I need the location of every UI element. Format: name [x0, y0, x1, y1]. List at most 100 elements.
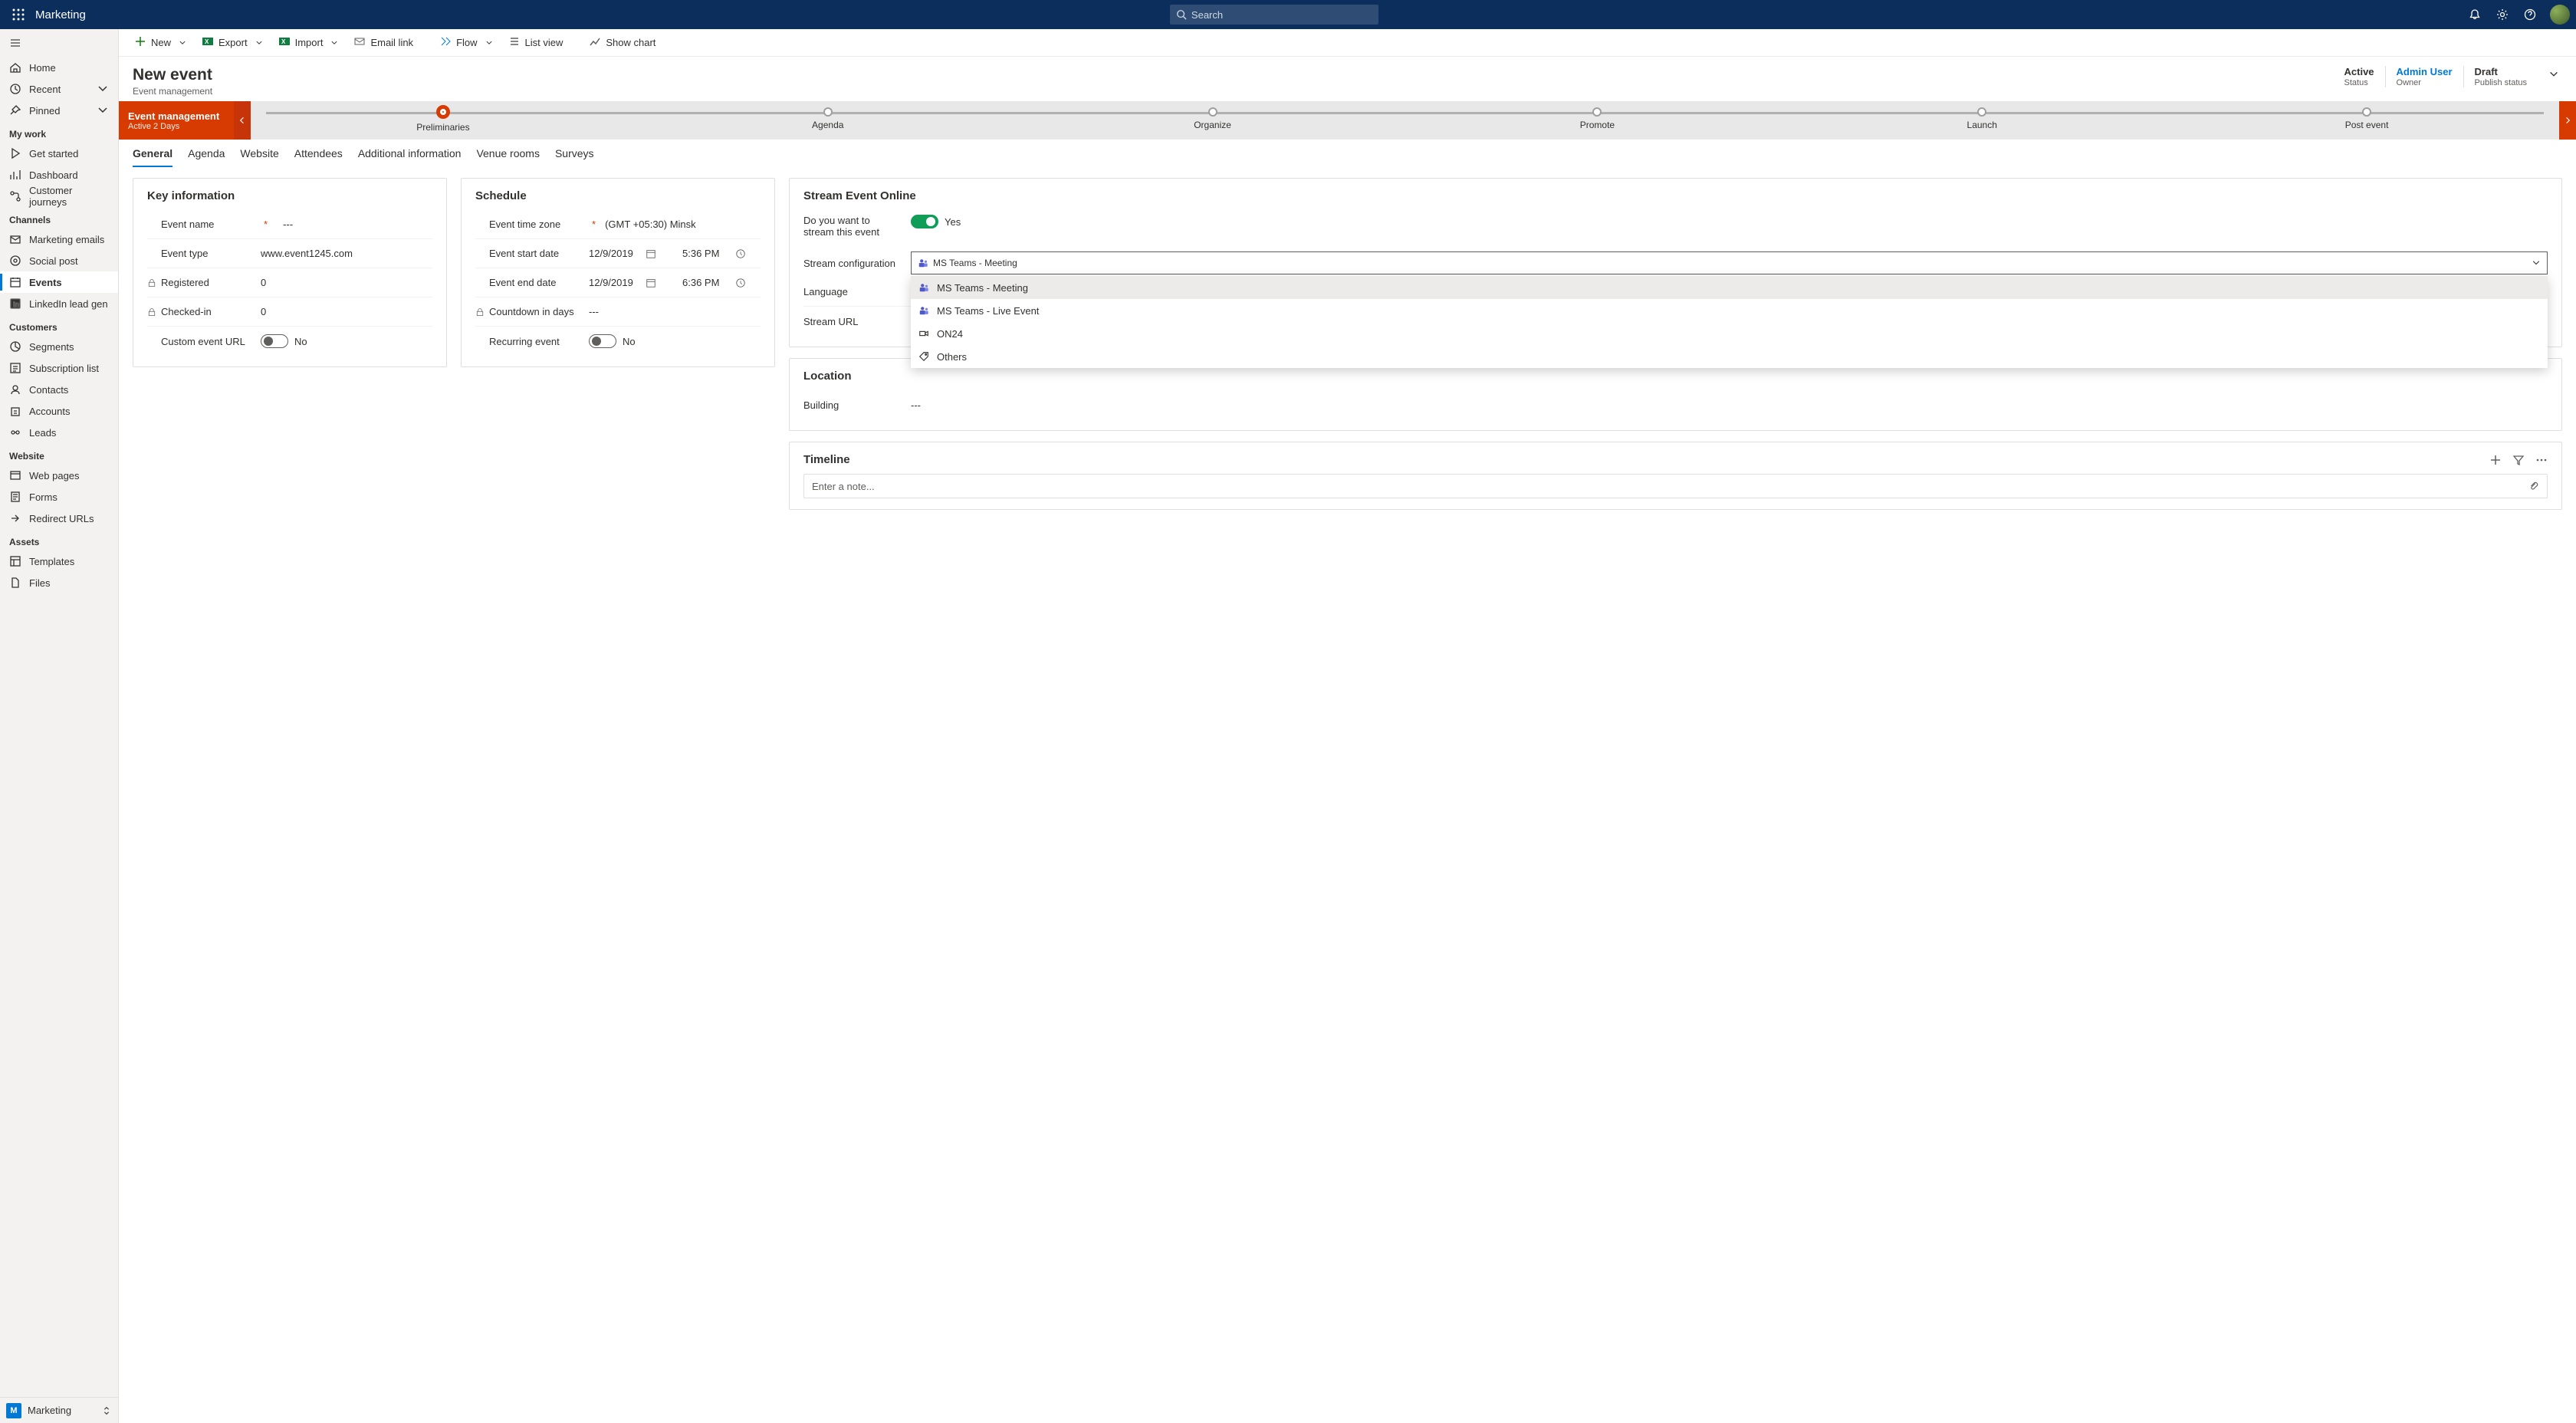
page-header: New event Event management Active Status…: [119, 57, 2576, 101]
sidebar-item-web-pages[interactable]: Web pages: [0, 465, 118, 486]
process-stage-post-event[interactable]: Post event: [2174, 101, 2559, 140]
sidebar-item-pinned[interactable]: Pinned: [0, 100, 118, 121]
sidebar-toggle-icon[interactable]: [0, 29, 118, 57]
cmd-export[interactable]: Export: [197, 32, 252, 53]
process-next-button[interactable]: [2559, 101, 2576, 140]
sidebar-item-templates[interactable]: Templates: [0, 550, 118, 572]
stream-config-select[interactable]: MS Teams - Meeting MS Teams - Meeting MS…: [911, 251, 2548, 274]
process-stage-preliminaries[interactable]: Preliminaries: [251, 101, 636, 140]
cmd-email-link[interactable]: Email link: [349, 32, 418, 53]
lock-icon: [475, 307, 485, 317]
sidebar-item-accounts[interactable]: Accounts: [0, 400, 118, 422]
checkedin-field: 0: [261, 306, 432, 317]
sidebar-item-segments[interactable]: Segments: [0, 336, 118, 357]
calendar-icon: [646, 248, 656, 259]
cmd-flow[interactable]: Flow: [435, 32, 481, 53]
stream-config-dropdown: MS Teams - Meeting MS Teams - Live Event…: [911, 276, 2548, 368]
tab-general[interactable]: General: [133, 147, 172, 167]
key-information-section: Key information Event name * --- Event t…: [133, 178, 447, 367]
stream-toggle[interactable]: Yes: [911, 215, 961, 228]
custom-url-toggle[interactable]: No: [261, 334, 432, 348]
search-input[interactable]: Search: [1170, 5, 1378, 25]
clock-icon: [735, 248, 746, 259]
sidebar-item-redirect-urls[interactable]: Redirect URLs: [0, 508, 118, 529]
location-section: Location Building ---: [789, 358, 2562, 431]
sidebar-item-linkedin-lead-gen[interactable]: LinkedIn lead gen: [0, 293, 118, 314]
event-type-field[interactable]: www.event1245.com: [261, 248, 432, 259]
recurring-toggle[interactable]: No: [589, 334, 761, 348]
cmd-list-view[interactable]: List view: [504, 32, 568, 53]
notifications-icon[interactable]: [2463, 2, 2487, 27]
sidebar-item-customer-journeys[interactable]: Customer journeys: [0, 186, 118, 207]
dropdown-option-ms-teams-meeting[interactable]: MS Teams - Meeting: [911, 276, 2548, 299]
sidebar-group-title: My work: [0, 121, 118, 143]
sidebar-item-home[interactable]: Home: [0, 57, 118, 78]
event-name-field[interactable]: ---: [283, 219, 432, 230]
process-stage-promote[interactable]: Promote: [1405, 101, 1789, 140]
header-field-publish-status[interactable]: Draft Publish status: [2463, 66, 2538, 87]
dropdown-option-others[interactable]: Others: [911, 345, 2548, 368]
cmd-new[interactable]: New: [130, 32, 176, 53]
more-icon[interactable]: [2535, 454, 2548, 466]
cmd-new-split[interactable]: [179, 39, 186, 47]
sidebar-item-marketing-emails[interactable]: Marketing emails: [0, 228, 118, 250]
header-expand-icon[interactable]: [2545, 66, 2562, 85]
sidebar-item-leads[interactable]: Leads: [0, 422, 118, 443]
cmd-export-split[interactable]: [255, 39, 263, 47]
process-back-button[interactable]: [234, 101, 251, 140]
process-current-stage[interactable]: Event management Active 2 Days: [119, 101, 234, 140]
sidebar-group-title: Website: [0, 443, 118, 465]
tab-website[interactable]: Website: [240, 147, 278, 167]
cmd-show-chart[interactable]: Show chart: [584, 32, 660, 53]
add-icon[interactable]: [2489, 454, 2502, 466]
dropdown-option-on24[interactable]: ON24: [911, 322, 2548, 345]
tab-additional-information[interactable]: Additional information: [358, 147, 462, 167]
process-stage-organize[interactable]: Organize: [1020, 101, 1405, 140]
sidebar-item-subscription-list[interactable]: Subscription list: [0, 357, 118, 379]
tab-agenda[interactable]: Agenda: [188, 147, 225, 167]
sidebar: Home Recent Pinned My work Get started D…: [0, 29, 119, 1423]
avatar[interactable]: [2550, 5, 2570, 25]
top-bar: Marketing Search: [0, 0, 2576, 29]
page-title: New event: [133, 66, 2334, 84]
sidebar-area-switcher[interactable]: M Marketing: [0, 1397, 118, 1423]
sidebar-item-contacts[interactable]: Contacts: [0, 379, 118, 400]
app-launcher-icon[interactable]: [6, 2, 31, 27]
schedule-section: Schedule Event time zone * (GMT +05:30) …: [461, 178, 775, 367]
sidebar-item-events[interactable]: Events: [0, 271, 118, 293]
attach-icon: [2528, 481, 2539, 491]
end-date-field[interactable]: 12/9/2019 6:36 PM: [589, 277, 761, 288]
stream-event-section: Stream Event Online Do you want to strea…: [789, 178, 2562, 347]
tab-venue-rooms[interactable]: Venue rooms: [476, 147, 540, 167]
timezone-field[interactable]: (GMT +05:30) Minsk: [605, 219, 761, 230]
tab-surveys[interactable]: Surveys: [555, 147, 594, 167]
cmd-flow-split[interactable]: [485, 39, 493, 47]
tab-attendees[interactable]: Attendees: [294, 147, 343, 167]
sidebar-item-social-post[interactable]: Social post: [0, 250, 118, 271]
sidebar-item-dashboard[interactable]: Dashboard: [0, 164, 118, 186]
updown-icon: [101, 1405, 112, 1416]
building-field[interactable]: ---: [911, 399, 2548, 411]
cmd-import-split[interactable]: [330, 39, 338, 47]
sidebar-item-recent[interactable]: Recent: [0, 78, 118, 100]
help-icon[interactable]: [2518, 2, 2542, 27]
sidebar-group-title: Assets: [0, 529, 118, 550]
process-stage-launch[interactable]: Launch: [1789, 101, 2174, 140]
settings-icon[interactable]: [2490, 2, 2515, 27]
filter-icon[interactable]: [2512, 454, 2525, 466]
clock-icon: [735, 278, 746, 288]
header-field-status[interactable]: Active Status: [2334, 66, 2385, 87]
process-stage-agenda[interactable]: Agenda: [636, 101, 1020, 140]
sidebar-item-forms[interactable]: Forms: [0, 486, 118, 508]
sidebar-item-get-started[interactable]: Get started: [0, 143, 118, 164]
dropdown-option-ms-teams-live-event[interactable]: MS Teams - Live Event: [911, 299, 2548, 322]
search-icon: [1176, 9, 1187, 20]
cmd-import[interactable]: Import: [274, 32, 328, 53]
timeline-note-input[interactable]: Enter a note...: [803, 474, 2548, 498]
chevron-down-icon: [97, 83, 109, 95]
calendar-icon: [646, 278, 656, 288]
sidebar-item-files[interactable]: Files: [0, 572, 118, 593]
sidebar-group-title: Channels: [0, 207, 118, 228]
header-field-owner[interactable]: Admin User Owner: [2385, 66, 2463, 87]
start-date-field[interactable]: 12/9/2019 5:36 PM: [589, 248, 761, 259]
